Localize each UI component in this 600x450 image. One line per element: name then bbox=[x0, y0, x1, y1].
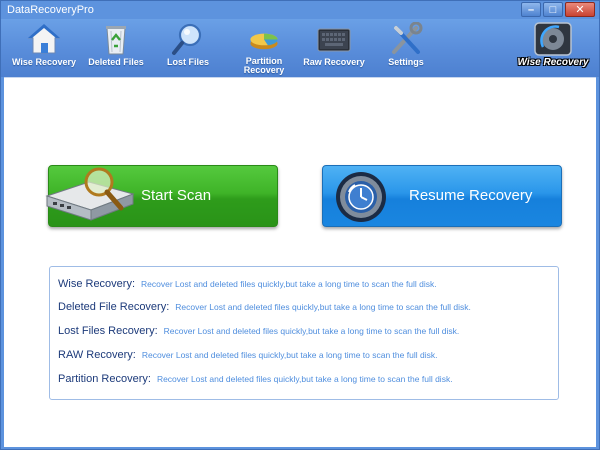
title-bar[interactable]: DataRecoveryPro – □ ✕ bbox=[1, 1, 599, 21]
toolbar-item-partition-recovery[interactable]: Partition Recovery bbox=[229, 19, 299, 75]
info-title: RAW Recovery: bbox=[58, 349, 136, 361]
resume-recovery-label: Resume Recovery bbox=[409, 187, 533, 204]
info-title: Lost Files Recovery: bbox=[58, 325, 158, 337]
toolbar-label: Deleted Files bbox=[88, 57, 144, 67]
info-title: Deleted File Recovery: bbox=[58, 301, 170, 313]
info-row-partition: Partition Recovery: Recover Lost and dele… bbox=[58, 373, 453, 385]
pie-chart-icon bbox=[250, 33, 278, 50]
info-row-lost: Lost Files Recovery: Recover Lost and del… bbox=[58, 325, 459, 337]
toolbar-label: Wise Recovery bbox=[12, 57, 76, 67]
minimize-button[interactable]: – bbox=[521, 2, 541, 17]
info-row-raw: RAW Recovery: Recover Lost and deleted fi… bbox=[58, 349, 437, 361]
close-button[interactable]: ✕ bbox=[565, 2, 595, 17]
toolbar-item-settings[interactable]: Settings bbox=[371, 19, 441, 75]
home-icon bbox=[27, 24, 61, 54]
disk-logo-icon bbox=[534, 22, 572, 56]
info-desc: Recover Lost and deleted files quickly,b… bbox=[141, 279, 437, 289]
info-desc: Recover Lost and deleted files quickly,b… bbox=[156, 374, 453, 384]
recycle-bin-icon bbox=[106, 26, 126, 55]
info-title: Partition Recovery: bbox=[58, 373, 151, 385]
info-desc: Recover Lost and deleted files quickly,b… bbox=[175, 302, 471, 312]
app-logo: Wise Recovery bbox=[515, 19, 591, 77]
clock-restore-icon bbox=[336, 172, 386, 222]
toolbar-item-deleted-files[interactable]: Deleted Files bbox=[81, 19, 151, 75]
info-desc: Recover Lost and deleted files quickly,b… bbox=[141, 350, 438, 360]
start-scan-label: Start Scan bbox=[141, 187, 212, 204]
keyboard-icon bbox=[317, 28, 351, 52]
toolbar-label: Settings bbox=[388, 57, 424, 67]
resume-recovery-button[interactable]: Resume Recovery bbox=[322, 165, 562, 227]
info-title: Wise Recovery: bbox=[58, 278, 136, 290]
recovery-modes-info: Wise Recovery: Recover Lost and deleted f… bbox=[49, 266, 559, 400]
app-window: DataRecoveryPro – □ ✕ Wise Recovery Dele… bbox=[0, 0, 600, 450]
toolbar: Wise Recovery Deleted Files Lost Files P… bbox=[1, 19, 599, 77]
toolbar-label: Lost Files bbox=[166, 57, 209, 67]
start-scan-button[interactable]: Start Scan bbox=[45, 165, 278, 227]
window-controls: – □ ✕ bbox=[521, 2, 595, 18]
window-title: DataRecoveryPro bbox=[7, 4, 94, 16]
toolbar-label: Partition Recovery bbox=[243, 56, 285, 75]
toolbar-item-raw-recovery[interactable]: Raw Recovery bbox=[299, 19, 369, 75]
toolbar-item-lost-files[interactable]: Lost Files bbox=[153, 19, 223, 75]
toolbar-item-wise-recovery[interactable]: Wise Recovery bbox=[9, 19, 79, 75]
info-row-wise: Wise Recovery: Recover Lost and deleted f… bbox=[58, 278, 437, 290]
logo-text: Wise Recovery bbox=[517, 57, 589, 68]
maximize-button[interactable]: □ bbox=[543, 2, 563, 17]
info-desc: Recover Lost and deleted files quickly,b… bbox=[163, 326, 460, 336]
toolbar-label: Raw Recovery bbox=[303, 57, 365, 67]
tools-icon bbox=[392, 22, 423, 54]
hard-drive-magnifier-icon bbox=[45, 167, 135, 221]
info-row-deleted: Deleted File Recovery: Recover Lost and d… bbox=[58, 301, 471, 313]
main-content: Start Scan Resume Recovery Wise Recovery… bbox=[4, 77, 596, 447]
magnifier-icon bbox=[172, 23, 202, 55]
